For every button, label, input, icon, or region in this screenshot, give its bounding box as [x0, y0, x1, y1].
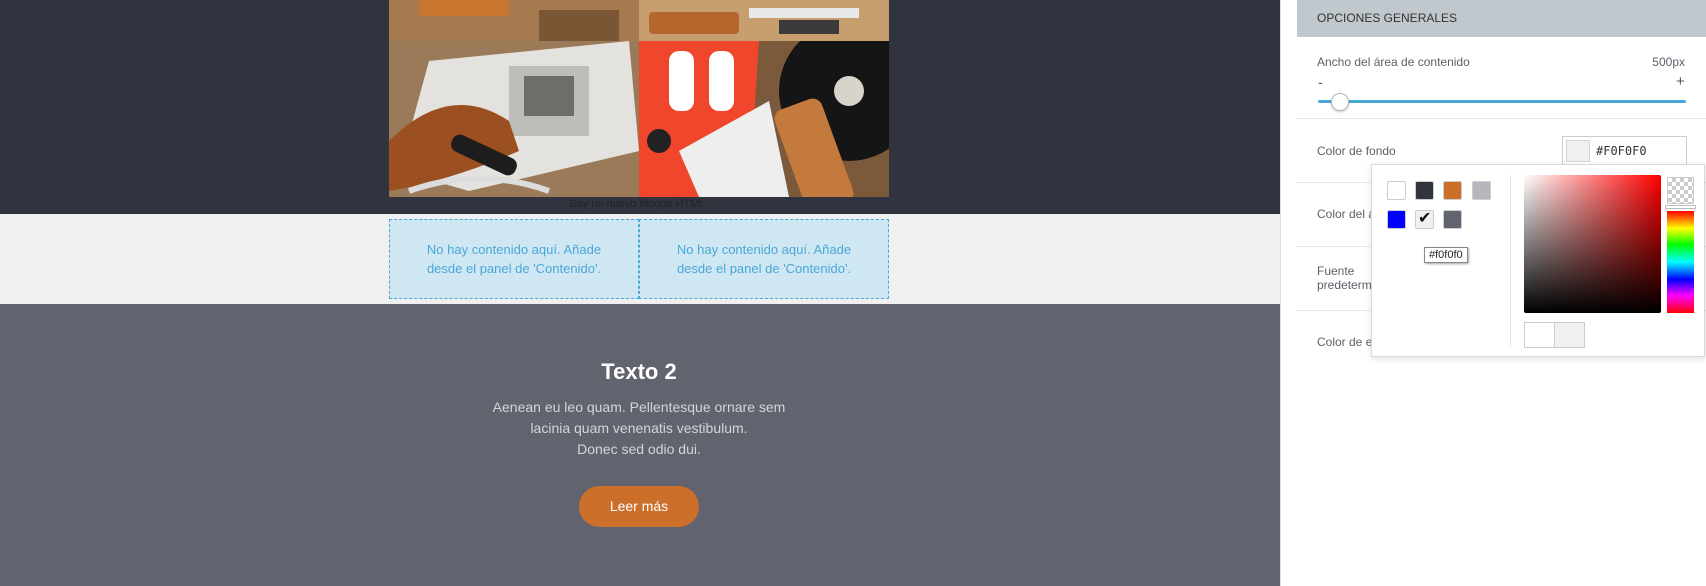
- image-grid[interactable]: [389, 0, 889, 197]
- image-leather-top-right[interactable]: [639, 0, 889, 41]
- slider-plus-label: +: [1676, 73, 1685, 90]
- current-color-swatch[interactable]: [1554, 322, 1585, 348]
- placeholder-text-line: No hay contenido aquí. Añade: [676, 242, 852, 257]
- slider-minus-label: -: [1318, 74, 1323, 90]
- html-block-text[interactable]: Soy un nuevo bloque HTML.: [389, 198, 889, 211]
- swatch-tooltip: #f0f0f0: [1424, 247, 1468, 263]
- saturation-value-area[interactable]: [1524, 175, 1661, 313]
- image-leather-case[interactable]: [389, 41, 639, 197]
- preset-swatch-white[interactable]: [1387, 181, 1406, 200]
- transparent-swatch[interactable]: [1667, 177, 1694, 204]
- empty-column-placeholder[interactable]: No hay contenido aquí. Añade desde el pa…: [639, 219, 889, 299]
- content-width-slider-track[interactable]: [1318, 100, 1686, 103]
- image-leather-top-left[interactable]: [389, 0, 639, 41]
- preset-swatch-dark[interactable]: [1415, 181, 1434, 200]
- editor-screen: Soy un nuevo bloque HTML. No hay conteni…: [0, 0, 1706, 586]
- text-block-title[interactable]: Texto 2: [389, 359, 889, 385]
- text-block-line: lacinia quam venenatis vestibulum.: [530, 420, 748, 436]
- background-color-label: Color de fondo: [1317, 144, 1396, 158]
- background-color-swatch[interactable]: [1566, 140, 1590, 162]
- default-font-label: Fuente predeterm: [1317, 264, 1372, 292]
- preset-swatch-blue[interactable]: [1387, 210, 1406, 229]
- panel-header[interactable]: OPCIONES GENERALES: [1297, 0, 1706, 37]
- border-color-label: Color de e: [1317, 335, 1373, 349]
- default-font-label-line: Fuente: [1317, 264, 1355, 278]
- content-width-slider-thumb[interactable]: [1331, 93, 1349, 111]
- preset-swatch-slate[interactable]: [1443, 210, 1462, 229]
- content-width-label: Ancho del área de contenido: [1317, 55, 1470, 69]
- placeholder-text-line: No hay contenido aquí. Añade: [426, 242, 602, 257]
- previous-color-swatch[interactable]: [1524, 322, 1555, 348]
- placeholder-text-line: desde el panel de 'Contenido'.: [676, 261, 852, 276]
- default-font-label-line: predeterm: [1317, 278, 1372, 292]
- read-more-button[interactable]: Leer más: [579, 486, 699, 527]
- empty-column-placeholder[interactable]: No hay contenido aquí. Añade desde el pa…: [389, 219, 639, 299]
- color-picker-popup[interactable]: ✔ #f0f0f0: [1371, 164, 1705, 357]
- content-color-label: Color del á: [1317, 207, 1376, 221]
- hue-slider[interactable]: [1667, 211, 1694, 313]
- preset-swatch-selected[interactable]: ✔: [1415, 210, 1434, 229]
- check-icon: ✔: [1418, 210, 1432, 227]
- content-width-value: 500px: [1652, 55, 1685, 69]
- hue-slider-handle[interactable]: [1665, 205, 1696, 209]
- placeholder-text-line: desde el panel de 'Contenido'.: [426, 261, 602, 276]
- preset-swatch-orange[interactable]: [1443, 181, 1462, 200]
- text-block-line: Donec sed odio dui.: [577, 441, 701, 457]
- divider: [1297, 118, 1706, 119]
- preset-swatch-light-gray[interactable]: [1472, 181, 1491, 200]
- background-color-input[interactable]: #F0F0F0: [1562, 136, 1687, 166]
- text-block-body[interactable]: Aenean eu leo quam. Pellentesque ornare …: [389, 397, 889, 460]
- divider: [1510, 175, 1511, 347]
- background-color-hex[interactable]: #F0F0F0: [1596, 144, 1647, 158]
- image-vinyl-record[interactable]: [639, 41, 889, 197]
- email-canvas[interactable]: Soy un nuevo bloque HTML. No hay conteni…: [0, 0, 1280, 586]
- text-block-line: Aenean eu leo quam. Pellentesque ornare …: [492, 399, 786, 415]
